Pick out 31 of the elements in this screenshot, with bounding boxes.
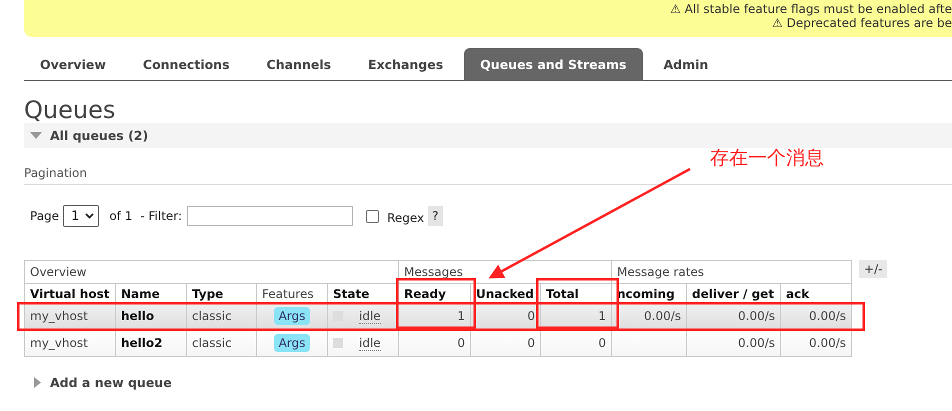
state-square-icon	[333, 338, 343, 348]
chevron-down-icon	[85, 213, 94, 219]
args-badge: Args	[274, 307, 310, 325]
column-group-header: Message rates	[612, 260, 852, 284]
state-text: idle	[359, 336, 381, 350]
column-group-header: Overview	[24, 260, 398, 284]
help-button[interactable]: ?	[428, 206, 443, 226]
nav-tab[interactable]: Connections	[126, 48, 246, 80]
regex-label: Regex	[387, 211, 424, 225]
section-title[interactable]: Add a new queue	[50, 375, 172, 390]
nav-tab[interactable]: Exchanges	[352, 48, 460, 80]
page-title: Queues	[24, 97, 116, 123]
args-badge: Args	[274, 334, 310, 352]
filter-label: - Filter:	[140, 209, 182, 223]
warning-text: ⚠ All stable feature flags must be enabled afte	[670, 2, 952, 16]
page-count: of 1	[109, 209, 132, 223]
regex-checkbox[interactable]	[366, 210, 380, 222]
pagination-heading: Pagination	[24, 166, 952, 185]
column-toggle-button[interactable]: +/-	[859, 260, 888, 278]
page-select[interactable]: 1	[63, 205, 100, 227]
column-group-header: Messages	[398, 260, 612, 284]
warning-text: ⚠ Deprecated features are be	[772, 16, 952, 30]
nav-tab[interactable]: Queues and Streams	[464, 48, 642, 80]
nav-tab[interactable]: Channels	[250, 48, 348, 80]
page-label: Page	[30, 209, 60, 223]
state-text: idle	[359, 308, 381, 324]
nav-tab[interactable]: Overview	[24, 48, 122, 80]
section-header[interactable]: All queues (2)	[24, 123, 952, 148]
section-title: All queues (2)	[50, 128, 148, 143]
nav-tab[interactable]: Admin	[648, 48, 724, 80]
filter-field[interactable]	[187, 206, 354, 226]
